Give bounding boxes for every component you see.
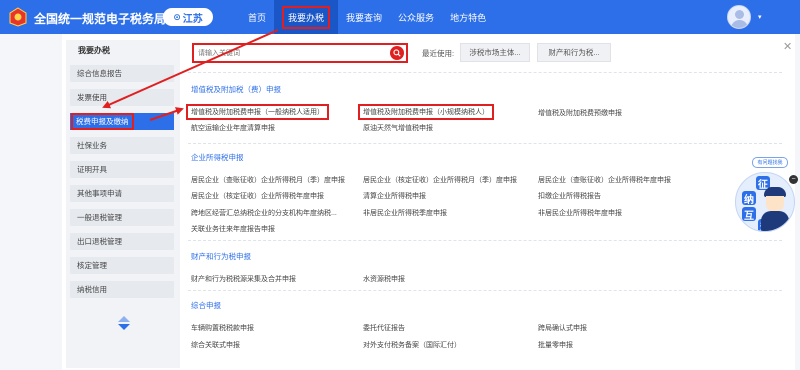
link-cit-nonresident-annual[interactable]: 非居民企业所得税年度申报: [538, 208, 622, 218]
link-cit-withholding[interactable]: 扣缴企业所得税报告: [538, 191, 601, 201]
chevron-down-icon[interactable]: [118, 324, 130, 330]
link-vat-general[interactable]: 增值税及附加税费申报（一般纳税人适用）: [186, 104, 329, 120]
link-vat-prepay[interactable]: 增值税及附加税费预缴申报: [538, 108, 622, 118]
sidebar-item-tax-filing[interactable]: 税费申报及缴纳: [70, 113, 174, 130]
tax-helper-widget[interactable]: 征 纳 互 动: [735, 172, 795, 232]
link-cit-assessed-quarterly[interactable]: 居民企业（核定征收）企业所得税月（季）度申报: [363, 175, 517, 185]
top-header: 全国统一规范电子税务局 ⊙ 江苏 首页 我要办税 我要查询 公众服务 地方特色 …: [0, 0, 800, 34]
divider: [188, 72, 782, 73]
sidebar-item-export-refund[interactable]: 出口退税管理: [70, 233, 174, 250]
link-vat-small-scale[interactable]: 增值税及附加税费申报（小规模纳税人）: [358, 104, 494, 120]
link-cit-assessed-annual[interactable]: 居民企业（核定征收）企业所得税年度申报: [191, 191, 324, 201]
nav-tax-handling[interactable]: 我要办税: [274, 0, 339, 34]
link-cit-branch-annual[interactable]: 跨地区经营汇总纳税企业的分支机构年度纳税...: [191, 208, 337, 218]
sidebar-scroll-control[interactable]: [118, 316, 132, 330]
search-input[interactable]: [198, 48, 378, 59]
section-title-cit: 企业所得税申报: [191, 153, 244, 162]
link-batch-zero[interactable]: 批量零申报: [538, 340, 573, 350]
search-box: [192, 43, 408, 63]
sidebar-item-social-insurance[interactable]: 社保业务: [70, 137, 174, 154]
sidebar-item-other-application[interactable]: 其他事项申请: [70, 185, 174, 202]
link-foreign-payment[interactable]: 对外支付税务备案（国际汇付）: [363, 340, 461, 350]
search-button[interactable]: [390, 46, 404, 60]
sidebar-item-general-refund[interactable]: 一般退税管理: [70, 209, 174, 226]
sidebar-item-invoice[interactable]: 发票使用: [70, 89, 174, 106]
sidebar-item-assessment[interactable]: 核定管理: [70, 257, 174, 274]
link-water-resource[interactable]: 水资源税申报: [363, 274, 405, 284]
nav-public-service[interactable]: 公众服务: [390, 0, 442, 34]
link-cit-liquidation[interactable]: 清算企业所得税申报: [363, 191, 426, 201]
location-pin-icon: ⊙: [173, 11, 181, 22]
nav-local-features[interactable]: 地方特色: [442, 0, 494, 34]
recent-chip[interactable]: 财产和行为税...: [537, 43, 611, 62]
link-oil-gas-vat[interactable]: 原油天然气增值税申报: [363, 123, 433, 133]
region-selector[interactable]: ⊙ 江苏: [163, 8, 213, 26]
section-title-vat: 增值税及附加税（费）申报: [191, 85, 281, 94]
chevron-up-icon[interactable]: [118, 316, 130, 322]
close-icon[interactable]: ✕: [783, 40, 792, 53]
link-cross-bureau[interactable]: 跨局确认式申报: [538, 323, 587, 333]
site-title[interactable]: 全国统一规范电子税务局: [34, 10, 166, 27]
user-avatar[interactable]: [727, 5, 751, 29]
divider: [188, 143, 782, 144]
sidebar-item-certificate[interactable]: 证明开具: [70, 161, 174, 178]
link-commissioned-collection[interactable]: 委托代征报告: [363, 323, 405, 333]
divider: [188, 290, 782, 291]
section-title-property: 财产和行为税申报: [191, 252, 251, 261]
tax-bureau-logo-icon: [9, 7, 27, 27]
search-icon: [393, 49, 401, 57]
recent-chip[interactable]: 涉税市场主体...: [460, 43, 530, 62]
link-cit-nonresident-quarterly[interactable]: 非居民企业所得税季度申报: [363, 208, 447, 218]
link-airline-clearing[interactable]: 航空运输企业年度清算申报: [191, 123, 275, 133]
link-vehicle-purchase[interactable]: 车辆购置税税款申报: [191, 323, 254, 333]
chevron-down-icon[interactable]: ▾: [758, 13, 762, 21]
divider: [188, 240, 782, 241]
link-cit-audit-annual[interactable]: 居民企业（查账征收）企业所得税年度申报: [538, 175, 671, 185]
nav-home[interactable]: 首页: [240, 0, 274, 34]
nav-query[interactable]: 我要查询: [338, 0, 390, 34]
sidebar-title: 我要办税: [78, 46, 110, 55]
recent-label: 最近使用:: [422, 49, 455, 58]
minimize-icon[interactable]: −: [789, 175, 798, 184]
link-comprehensive-linked[interactable]: 综合关联式申报: [191, 340, 240, 350]
region-label: 江苏: [182, 13, 203, 25]
link-related-party-report[interactable]: 关联业务往来年度报告申报: [191, 224, 275, 234]
sidebar-item-credit[interactable]: 纳税信用: [70, 281, 174, 298]
helper-bubble[interactable]: 有问题找我: [752, 157, 788, 168]
link-cit-audit-quarterly[interactable]: 居民企业（查账征收）企业所得税月（季）度申报: [191, 175, 345, 185]
sidebar-item-info-report[interactable]: 综合信息报告: [70, 65, 174, 82]
main-nav: 首页 我要办税 我要查询 公众服务 地方特色: [240, 0, 494, 34]
section-title-comprehensive: 综合申报: [191, 301, 221, 310]
link-property-combined[interactable]: 财产和行为税税源采集及合并申报: [191, 274, 296, 284]
